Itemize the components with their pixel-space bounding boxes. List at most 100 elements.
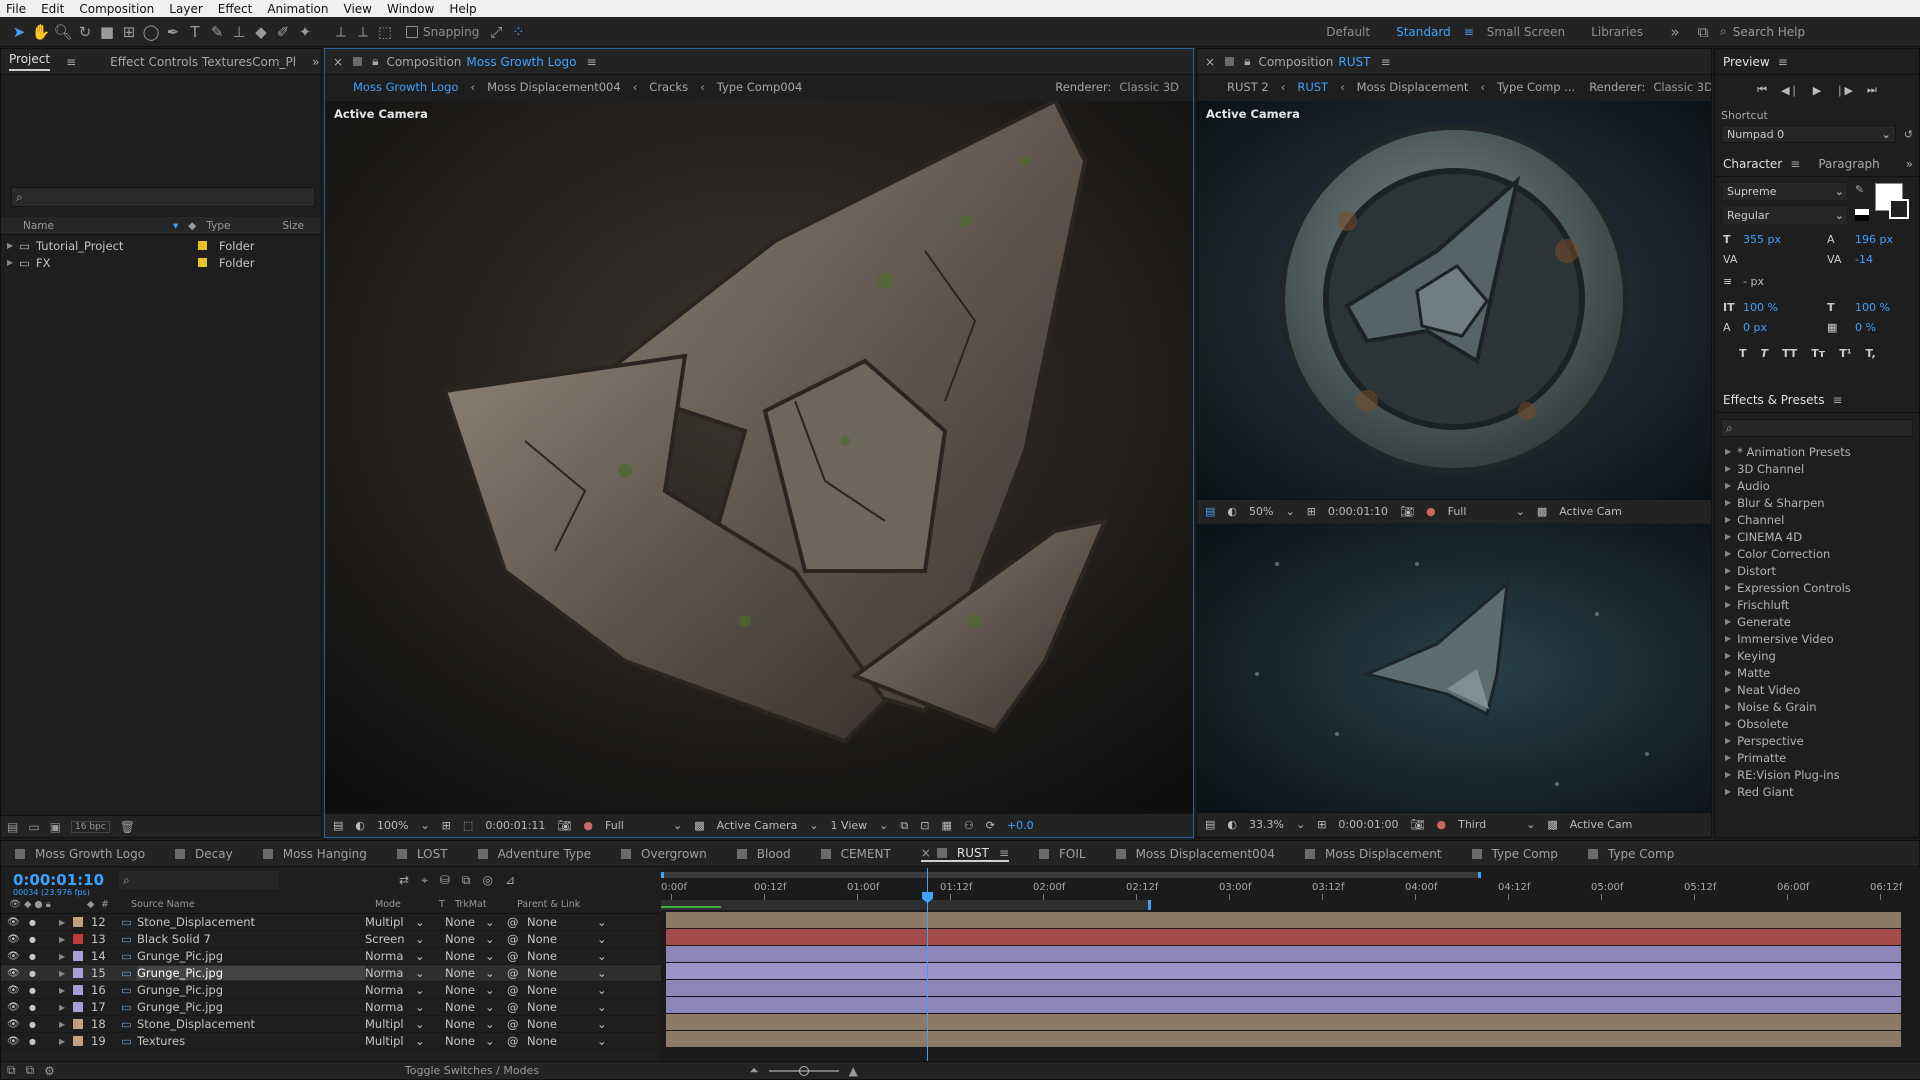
- workspace-default[interactable]: Default: [1326, 25, 1370, 39]
- resolution-value[interactable]: Full: [1448, 505, 1504, 518]
- layer-trkmat[interactable]: None: [445, 966, 485, 980]
- zoom-out-icon[interactable]: ⏶: [749, 1063, 759, 1078]
- draft-3d-icon[interactable]: ⌖: [421, 873, 428, 888]
- bit-depth-button[interactable]: 16 bpc: [71, 820, 110, 833]
- baseline-shift-value[interactable]: 0 px: [1743, 321, 1767, 334]
- layer-name[interactable]: Stone_Displacement: [137, 915, 365, 929]
- effects-category[interactable]: ▶ Noise & Grain: [1715, 698, 1919, 715]
- effects-category[interactable]: ▶ Keying: [1715, 647, 1919, 664]
- solo-icon[interactable]: ●: [29, 918, 59, 927]
- snapshot-icon[interactable]: 📷︎: [557, 819, 571, 832]
- visibility-icon[interactable]: 👁︎: [7, 1036, 29, 1047]
- project-item[interactable]: ▶ ▭ FX Folder: [1, 254, 321, 271]
- camera-value[interactable]: Active Cam: [1559, 505, 1622, 518]
- layer-parent[interactable]: None: [527, 1000, 597, 1014]
- table-row[interactable]: 👁︎ ● ▶ 12 ▭ Stone_Displacement Multipl ⌄ None ⌄ @ N…: [1, 914, 661, 931]
- next-frame-icon[interactable]: ❘▶: [1835, 84, 1853, 97]
- pen-tool-icon[interactable]: ✒: [162, 21, 184, 43]
- menu-item-composition[interactable]: Composition: [79, 2, 154, 16]
- breadcrumb-item[interactable]: RUST 2: [1227, 80, 1269, 94]
- comp-viewer-left[interactable]: Active Camera: [325, 101, 1193, 813]
- new-folder-icon[interactable]: ▭: [28, 820, 39, 834]
- type-tool-icon[interactable]: T: [184, 21, 206, 43]
- snap-options-icon[interactable]: ⤢: [485, 21, 507, 43]
- first-frame-icon[interactable]: ⏮: [1757, 83, 1767, 97]
- layer-name[interactable]: Grunge_Pic.jpg: [137, 966, 365, 980]
- time-ruler[interactable]: 0:00f 00:12f 01:00f 01:12f 02:00f 02:12f 03:00…: [661, 880, 1902, 900]
- workspace-overflow-icon[interactable]: »: [1664, 21, 1686, 43]
- visibility-icon[interactable]: 👁︎: [7, 951, 29, 962]
- font-size-value[interactable]: 355 px: [1743, 233, 1781, 246]
- solo-icon[interactable]: ●: [29, 1003, 59, 1012]
- axis-view-icon[interactable]: ⬚: [374, 21, 396, 43]
- last-frame-icon[interactable]: ⏭: [1867, 83, 1877, 97]
- chevron-down-icon[interactable]: ⌄: [1296, 818, 1305, 831]
- toggle-pixel-icon[interactable]: ⧉: [900, 819, 908, 833]
- transparency-grid-icon[interactable]: ▩: [694, 819, 704, 832]
- expand-arrow-icon[interactable]: ▶: [59, 1003, 73, 1012]
- menu-item-file[interactable]: File: [6, 2, 26, 16]
- timeline-icon[interactable]: ▦: [941, 819, 951, 832]
- type-style-button[interactable]: T: [1739, 347, 1747, 360]
- table-row[interactable]: 👁︎ ● ▶ 15 ▭ Grunge_Pic.jpg Norma ⌄ None ⌄ @ None ⌄: [1, 965, 661, 982]
- chevron-down-icon[interactable]: ⌄: [1516, 505, 1525, 518]
- menu-item-view[interactable]: View: [344, 2, 372, 16]
- layer-mode[interactable]: Multipl: [365, 1017, 415, 1031]
- interpret-footage-icon[interactable]: ▤: [7, 820, 18, 834]
- breadcrumb-item[interactable]: Cracks: [649, 80, 688, 94]
- effects-category[interactable]: ▶ Distort: [1715, 562, 1919, 579]
- trash-icon[interactable]: 🗑︎: [120, 820, 135, 834]
- layer-name[interactable]: Textures: [137, 1034, 365, 1048]
- search-help[interactable]: ⌕ Search Help: [1720, 22, 1910, 42]
- timeline-timecode[interactable]: 0:00:01:10: [13, 871, 113, 889]
- workspace-standard[interactable]: Standard: [1396, 25, 1451, 39]
- comp-viewer-right-top[interactable]: Active Camera: [1197, 101, 1711, 499]
- timeline-tab[interactable]: Adventure Type: [477, 847, 591, 861]
- timeline-tab[interactable]: CEMENT: [820, 847, 891, 861]
- tab-effect-controls[interactable]: Effect Controls TexturesCom_Pl: [110, 55, 296, 69]
- layer-mode[interactable]: Norma: [365, 966, 415, 980]
- expand-arrow-icon[interactable]: ▶: [59, 952, 73, 961]
- horizontal-scale-value[interactable]: 100 %: [1855, 301, 1890, 314]
- reset-icon[interactable]: ↺: [1904, 128, 1913, 141]
- table-row[interactable]: 👁︎ ● ▶ 16 ▭ Grunge_Pic.jpg Norma ⌄ None ⌄ @ None ⌄: [1, 982, 661, 999]
- selection-tool-icon[interactable]: ➤: [8, 21, 30, 43]
- layer-trkmat[interactable]: None: [445, 1017, 485, 1031]
- layer-duration-bar[interactable]: [666, 1031, 1901, 1048]
- frame-blending-icon[interactable]: ⧉: [462, 873, 471, 888]
- color-channel-icon[interactable]: ●: [583, 819, 593, 832]
- puppet-tool-icon[interactable]: ✦: [294, 21, 316, 43]
- column-source-name[interactable]: Source Name: [131, 899, 375, 910]
- color-channel-icon[interactable]: ●: [1436, 818, 1446, 831]
- solo-icon[interactable]: ●: [29, 1020, 59, 1029]
- eraser-tool-icon[interactable]: ◆: [250, 21, 272, 43]
- effects-category[interactable]: ▶ RE:Vision Plug-ins: [1715, 766, 1919, 783]
- renderer-value[interactable]: Classic 3D: [1653, 80, 1711, 94]
- type-style-button[interactable]: T,: [1866, 347, 1876, 360]
- pick-whip-icon[interactable]: @: [507, 983, 527, 997]
- menu-item-help[interactable]: Help: [449, 2, 476, 16]
- panel-menu-icon[interactable]: ≡: [1778, 55, 1788, 69]
- timeline-tab[interactable]: × RUST ≡: [920, 846, 1009, 862]
- layer-parent[interactable]: None: [527, 983, 597, 997]
- type-style-button[interactable]: T¹: [1839, 347, 1851, 360]
- grid-icon[interactable]: ⊞: [1307, 505, 1316, 518]
- timeline-tab[interactable]: Blood: [736, 847, 791, 861]
- font-family-select[interactable]: Supreme ⌄: [1723, 183, 1847, 200]
- resolution-value[interactable]: Full: [605, 819, 661, 832]
- panel-overflow-icon[interactable]: »: [1906, 157, 1913, 171]
- effects-category[interactable]: ▶ * Animation Presets: [1715, 443, 1919, 460]
- layer-duration-bar[interactable]: [666, 997, 1901, 1014]
- project-search-input[interactable]: ⌕: [11, 187, 315, 207]
- fast-preview-icon[interactable]: ⊡: [920, 819, 929, 832]
- tracking-value[interactable]: -14: [1855, 253, 1873, 266]
- layer-trkmat[interactable]: None: [445, 932, 485, 946]
- motion-blur-icon[interactable]: ◎: [482, 873, 492, 887]
- panel-menu-icon[interactable]: ≡: [586, 55, 596, 69]
- pick-whip-icon[interactable]: @: [507, 966, 527, 980]
- timeline-tab[interactable]: Moss Displacement004: [1115, 847, 1275, 861]
- expand-arrow-icon[interactable]: ▶: [59, 935, 73, 944]
- project-item[interactable]: ▶ ▭ Tutorial_Project Folder: [1, 237, 321, 254]
- effects-category[interactable]: ▶ 3D Channel: [1715, 460, 1919, 477]
- shy-layers-icon[interactable]: ⛁: [440, 873, 450, 887]
